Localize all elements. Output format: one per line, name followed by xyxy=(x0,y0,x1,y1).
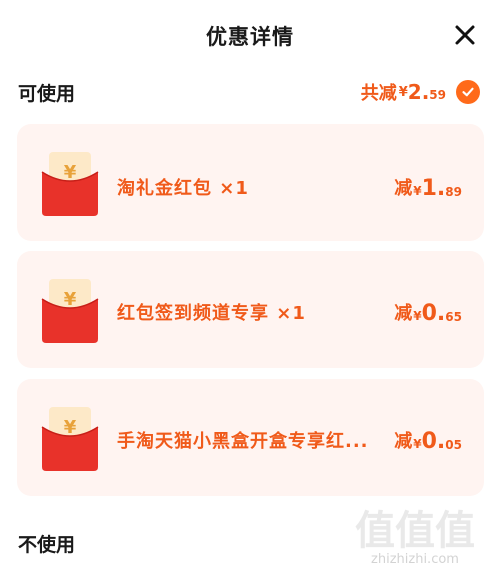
amount-int: 0. xyxy=(421,301,446,326)
page-title: 优惠详情 xyxy=(206,25,294,49)
amount-currency: ¥ xyxy=(413,309,422,323)
red-envelope-icon: ¥ xyxy=(41,152,99,216)
amount-prefix: 减 xyxy=(394,178,413,199)
available-section-header: 可使用 共减 ¥ 2. 59 xyxy=(18,77,480,107)
watermark: 值值值 zhizhizhi.com xyxy=(340,487,490,567)
amount-currency: ¥ xyxy=(413,184,422,198)
amount-prefix: 减 xyxy=(394,303,413,324)
coupon-card[interactable]: ¥ 手淘天猫小黑盒开盒专享红... 减 ¥ 0. 05 xyxy=(17,379,484,496)
coupon-card[interactable]: ¥ 红包签到频道专享 ×1 减 ¥ 0. 65 xyxy=(17,251,484,368)
check-icon[interactable] xyxy=(456,80,480,104)
total-discount[interactable]: 共减 ¥ 2. 59 xyxy=(361,79,480,105)
total-currency: ¥ xyxy=(398,84,408,100)
svg-text:值值值: 值值值 xyxy=(355,508,475,552)
svg-text:¥: ¥ xyxy=(64,162,77,183)
coupon-name: 手淘天猫小黑盒开盒专享红... xyxy=(117,431,369,452)
svg-text:¥: ¥ xyxy=(64,417,77,438)
sheet-header: 优惠详情 xyxy=(0,0,500,72)
amount-dec: 89 xyxy=(445,185,462,199)
amount-prefix: 减 xyxy=(394,431,413,452)
amount-currency: ¥ xyxy=(413,437,422,451)
amount-int: 1. xyxy=(421,176,446,201)
coupon-card[interactable]: ¥ 淘礼金红包 ×1 减 ¥ 1. 89 xyxy=(17,124,484,241)
total-prefix: 共减 xyxy=(360,83,397,104)
close-icon xyxy=(455,25,475,45)
watermark-text: zhizhizhi.com xyxy=(371,552,459,567)
coupon-name: 淘礼金红包 ×1 xyxy=(117,178,249,199)
unavailable-label[interactable]: 不使用 xyxy=(18,530,75,557)
red-envelope-icon: ¥ xyxy=(41,407,99,471)
coupon-name: 红包签到频道专享 ×1 xyxy=(117,303,306,324)
coupon-amount: 减 ¥ 0. 65 xyxy=(394,299,462,325)
amount-int: 0. xyxy=(421,429,446,454)
total-amount-dec: 59 xyxy=(429,88,446,102)
available-label: 可使用 xyxy=(18,82,76,105)
amount-dec: 05 xyxy=(445,438,462,452)
coupon-amount: 减 ¥ 1. 89 xyxy=(394,174,462,200)
svg-text:¥: ¥ xyxy=(64,289,77,310)
total-amount-int: 2. xyxy=(407,80,430,104)
coupon-amount: 减 ¥ 0. 05 xyxy=(394,427,462,453)
red-envelope-icon: ¥ xyxy=(41,279,99,343)
close-button[interactable] xyxy=(452,22,478,48)
amount-dec: 65 xyxy=(445,310,462,324)
watermark-logo: 值值值 xyxy=(355,508,475,552)
